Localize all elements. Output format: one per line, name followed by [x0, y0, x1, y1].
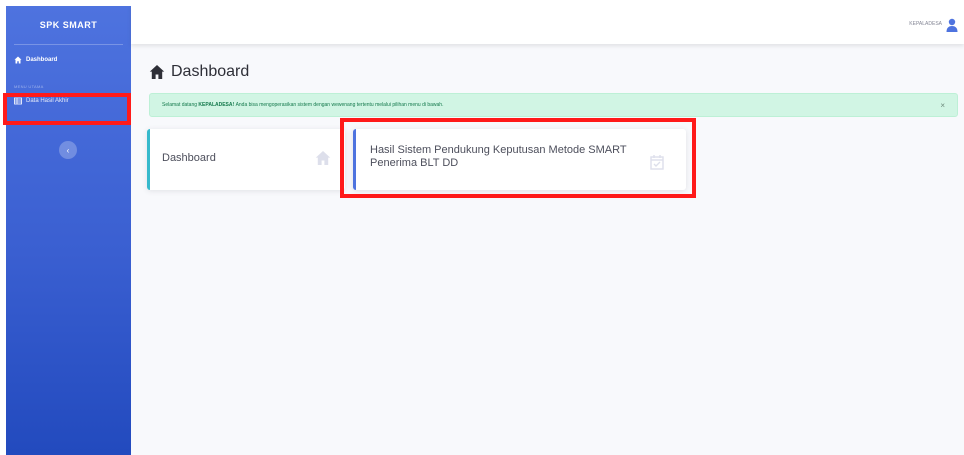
chevron-left-icon: ‹ [66, 145, 70, 155]
user-name[interactable]: KEPALADESA [909, 21, 942, 27]
sidebar-heading: MENU UTAMA [14, 84, 44, 89]
home-icon [149, 64, 165, 80]
user-icon[interactable] [946, 18, 958, 32]
highlight-box-hasil-card [340, 118, 696, 198]
alert-suffix: Anda bisa mengoperasikan sistem dengan w… [235, 102, 444, 108]
brand-logo[interactable]: SPK SMART [6, 6, 131, 44]
card-label: Dashboard [162, 152, 216, 164]
welcome-alert: Selamat datang KEPALADESA! Anda bisa men… [149, 93, 958, 117]
highlight-box-sidebar-menu [3, 93, 131, 125]
alert-prefix: Selamat datang [162, 102, 198, 108]
page-title-text: Dashboard [171, 63, 250, 80]
app-window: SPK SMART Dashboard MENU UTAMA Data Hasi… [6, 6, 964, 455]
topbar: KEPALADESA [131, 6, 964, 44]
sidebar-item-label: Dashboard [26, 57, 58, 63]
sidebar-item-dashboard[interactable]: Dashboard [6, 45, 131, 75]
home-icon [14, 56, 22, 64]
sidebar-toggle-button[interactable]: ‹ [59, 141, 77, 159]
alert-close-button[interactable]: × [940, 101, 945, 110]
dashboard-card[interactable]: Dashboard [147, 129, 345, 190]
page-title: Dashboard [149, 63, 249, 81]
home-icon [315, 150, 331, 166]
sidebar: SPK SMART Dashboard MENU UTAMA Data Hasi… [6, 6, 131, 455]
alert-role: KEPALADESA! [198, 102, 235, 108]
